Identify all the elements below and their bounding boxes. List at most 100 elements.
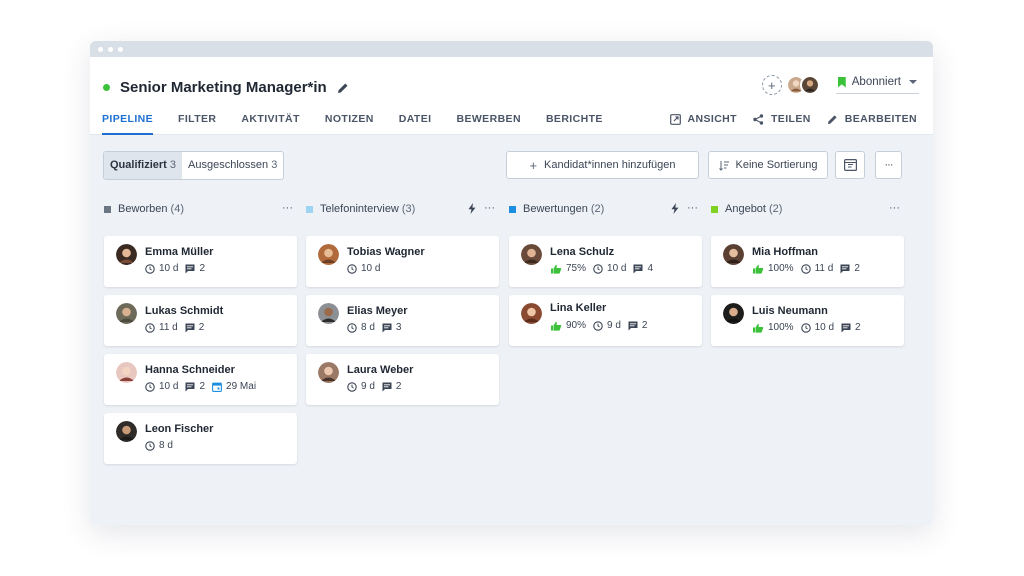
- calendar-icon: [212, 382, 222, 392]
- clock-icon: [145, 263, 155, 274]
- candidate-card[interactable]: Laura Weber 9 d 2: [306, 354, 499, 405]
- stage-color-square: [104, 205, 111, 213]
- candidate-card[interactable]: Lukas Schmidt 11 d 2: [104, 295, 297, 346]
- comment-icon: [185, 264, 195, 273]
- thumbs-up-rating-icon: [753, 264, 764, 274]
- clock-icon: [347, 381, 357, 392]
- candidate-avatar: [318, 244, 339, 265]
- more-options-button[interactable]: ···: [875, 151, 902, 179]
- candidate-card[interactable]: Leon Fischer 8 d: [104, 413, 297, 464]
- tab-pipeline[interactable]: PIPELINE: [102, 110, 154, 135]
- pencil-icon: [827, 114, 837, 124]
- candidate-card[interactable]: Tobias Wagner 10 d: [306, 236, 499, 287]
- candidate-card[interactable]: Emma Müller 10 d 2: [104, 236, 297, 287]
- chevron-down-icon: [909, 80, 917, 84]
- candidate-card[interactable]: Lena Schulz 75% 10 d 4: [509, 236, 702, 287]
- candidate-card[interactable]: Elias Meyer 8 d 3: [306, 295, 499, 346]
- tab-apply[interactable]: BEWERBEN: [456, 110, 520, 135]
- stage-menu-icon[interactable]: ···: [889, 202, 900, 214]
- external-view-icon: [669, 113, 681, 125]
- sorting-button[interactable]: Keine Sortierung: [708, 151, 828, 179]
- view-button[interactable]: ANSICHT: [669, 110, 737, 128]
- share-icon: [753, 113, 764, 125]
- stage-header: Beworben (4) ···: [104, 199, 297, 219]
- sort-icon: [718, 160, 729, 171]
- subscribe-dropdown[interactable]: Abonniert: [835, 76, 919, 94]
- edit-title-pencil-icon[interactable]: [337, 82, 349, 94]
- team-avatar[interactable]: [799, 75, 820, 95]
- candidate-avatar: [723, 244, 744, 265]
- stage-header: Telefoninterview (3) ···: [306, 199, 499, 219]
- clock-icon: [347, 322, 357, 333]
- stage-menu-icon[interactable]: ···: [687, 202, 698, 214]
- tab-reports[interactable]: BERICHTE: [546, 110, 603, 135]
- comment-icon: [840, 264, 850, 273]
- thumbs-up-rating-icon: [753, 323, 764, 333]
- thumbs-up-rating-icon: [551, 264, 562, 274]
- add-candidate-button[interactable]: + Kandidat*innen hinzufügen: [506, 151, 699, 179]
- stage-menu-icon[interactable]: ···: [282, 202, 293, 214]
- candidate-avatar: [318, 362, 339, 383]
- comment-icon: [185, 323, 195, 332]
- more-dots-icon: ···: [884, 159, 894, 171]
- bookmark-icon: [837, 76, 846, 88]
- candidate-card[interactable]: Lina Keller 90% 9 d 2: [509, 295, 702, 346]
- comment-icon: [841, 323, 851, 332]
- candidate-card[interactable]: Luis Neumann 100% 10 d 2: [711, 295, 904, 346]
- candidate-avatar: [521, 244, 542, 265]
- clock-icon: [800, 322, 811, 333]
- share-button[interactable]: TEILEN: [753, 110, 811, 128]
- stage-header: Angebot (2) ···: [711, 199, 904, 219]
- candidate-avatar: [521, 303, 542, 324]
- segment-qualified[interactable]: Qualifiziert 3: [104, 152, 183, 179]
- tab-file[interactable]: DATEI: [399, 110, 432, 135]
- clock-icon: [593, 263, 603, 274]
- job-header: Senior Marketing Manager*in + Abonniert …: [90, 57, 933, 135]
- stage-color-square: [711, 205, 718, 213]
- clock-icon: [145, 440, 155, 451]
- tab-filter[interactable]: FILTER: [178, 110, 216, 135]
- comment-icon: [382, 323, 392, 332]
- tab-notes[interactable]: NOTIZEN: [325, 110, 374, 135]
- job-status-dot: [103, 84, 110, 91]
- stage-header: Bewertungen (2) ···: [509, 199, 702, 219]
- stage-column-phone-interview: Telefoninterview (3) ··· Tobias Wagner 10…: [306, 199, 499, 405]
- clock-icon: [145, 322, 155, 333]
- automation-bolt-icon[interactable]: [468, 202, 476, 214]
- window-dot: [108, 46, 113, 52]
- clock-icon: [593, 320, 603, 331]
- edit-button[interactable]: BEARBEITEN: [827, 110, 917, 128]
- header-actions: ANSICHT TEILEN BEARBEITEN: [654, 110, 917, 128]
- comment-icon: [633, 264, 643, 273]
- segment-excluded[interactable]: Ausgeschlossen 3: [182, 152, 283, 179]
- candidate-avatar: [116, 362, 137, 383]
- qualification-toggle: Qualifiziert 3 Ausgeschlossen 3: [103, 151, 285, 180]
- comment-icon: [382, 382, 392, 391]
- candidate-avatar: [116, 244, 137, 265]
- stage-column-evaluations: Bewertungen (2) ··· Lena Schulz 75% 10 d …: [509, 199, 702, 346]
- candidate-avatar: [318, 303, 339, 324]
- candidate-card[interactable]: Hanna Schneider 10 d 2 29 Mai: [104, 354, 297, 405]
- candidate-avatar: [723, 303, 744, 324]
- tab-activity[interactable]: AKTIVITÄT: [241, 110, 299, 135]
- window-dot: [98, 46, 103, 52]
- candidate-card[interactable]: Mia Hoffman 100% 11 d 2: [711, 236, 904, 287]
- app-window: Senior Marketing Manager*in + Abonniert …: [90, 41, 933, 525]
- window-titlebar: [90, 41, 933, 57]
- tab-bar: PIPELINE FILTER AKTIVITÄT NOTIZEN DATEI …: [102, 110, 628, 135]
- layout-button[interactable]: [835, 151, 865, 179]
- clock-icon: [800, 263, 811, 274]
- subscribe-label: Abonniert: [851, 76, 901, 88]
- board-layout-icon: [843, 159, 857, 171]
- thumbs-up-rating-icon: [551, 321, 562, 331]
- candidate-avatar: [116, 303, 137, 324]
- comment-icon: [628, 321, 638, 330]
- stage-color-square: [306, 205, 313, 213]
- add-team-member-icon[interactable]: +: [761, 75, 782, 95]
- stage-color-square: [509, 205, 516, 213]
- stage-menu-icon[interactable]: ···: [484, 202, 495, 214]
- automation-bolt-icon[interactable]: [671, 202, 679, 214]
- clock-icon: [347, 263, 357, 274]
- pipeline-toolbar: Qualifiziert 3 Ausgeschlossen 3 + Kandid…: [90, 135, 933, 195]
- plus-icon: +: [529, 157, 538, 173]
